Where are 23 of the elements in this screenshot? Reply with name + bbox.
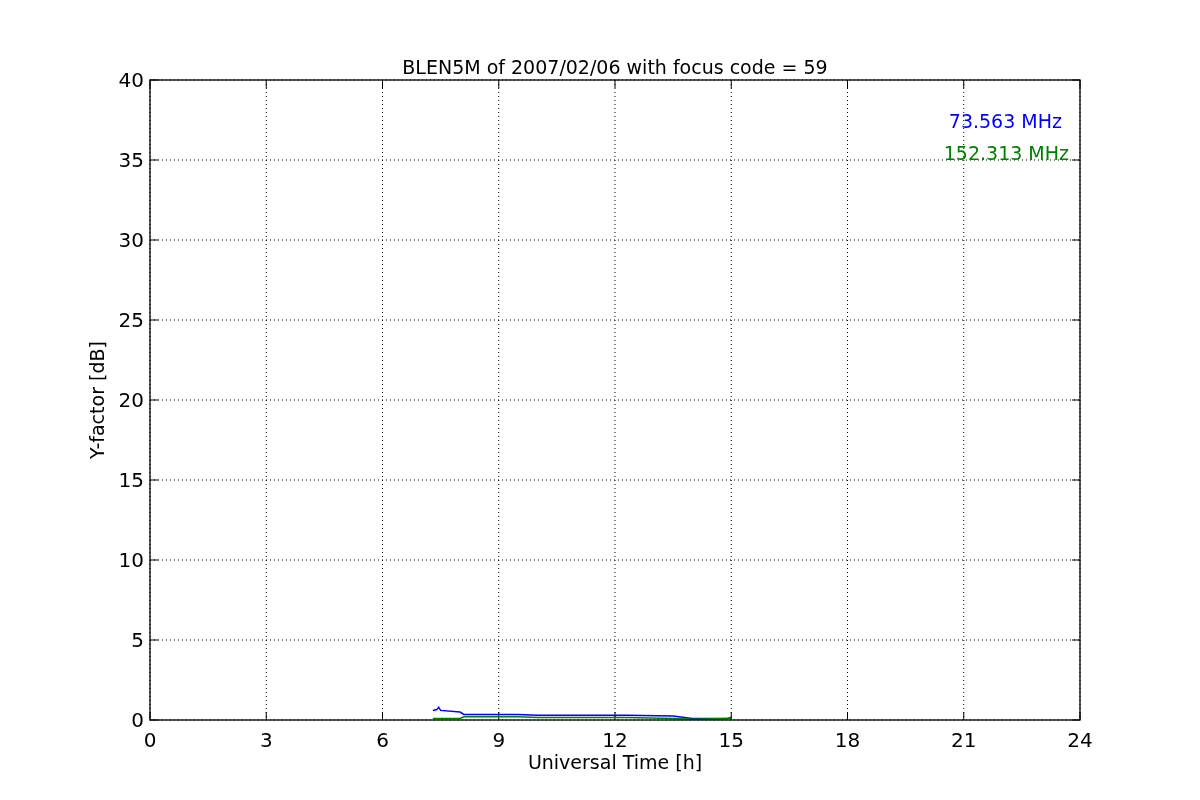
y-tick-label: 10 [118, 548, 144, 572]
y-tick-label: 25 [118, 308, 144, 332]
y-tick-label: 20 [118, 388, 144, 412]
y-axis-label: Y-factor [dB] [86, 341, 108, 459]
x-tick-label: 3 [259, 728, 273, 752]
y-tick-label: 5 [131, 628, 144, 652]
y-tick-label: 0 [131, 708, 144, 732]
y-tick-label: 15 [118, 468, 144, 492]
x-tick-label: 18 [834, 728, 861, 752]
x-tick-label: 6 [376, 728, 389, 752]
x-tick-label: 24 [1067, 728, 1093, 752]
x-tick-label: 12 [602, 728, 628, 752]
x-axis-label: Universal Time [h] [527, 751, 703, 773]
x-tick-label: 9 [492, 728, 506, 752]
y-tick-label: 30 [118, 228, 144, 252]
chart-title: BLEN5M of 2007/02/06 with focus code = 59 [402, 56, 828, 78]
y-tick-label: 35 [118, 148, 144, 172]
x-tick-label: 0 [143, 728, 157, 752]
x-tick-label: 15 [718, 728, 744, 752]
y-tick-label: 40 [118, 68, 144, 92]
x-tick-label: 21 [951, 728, 977, 752]
legend-label: 73.563 MHz [948, 110, 1062, 132]
legend-label: 152.313 MHz [943, 142, 1069, 164]
